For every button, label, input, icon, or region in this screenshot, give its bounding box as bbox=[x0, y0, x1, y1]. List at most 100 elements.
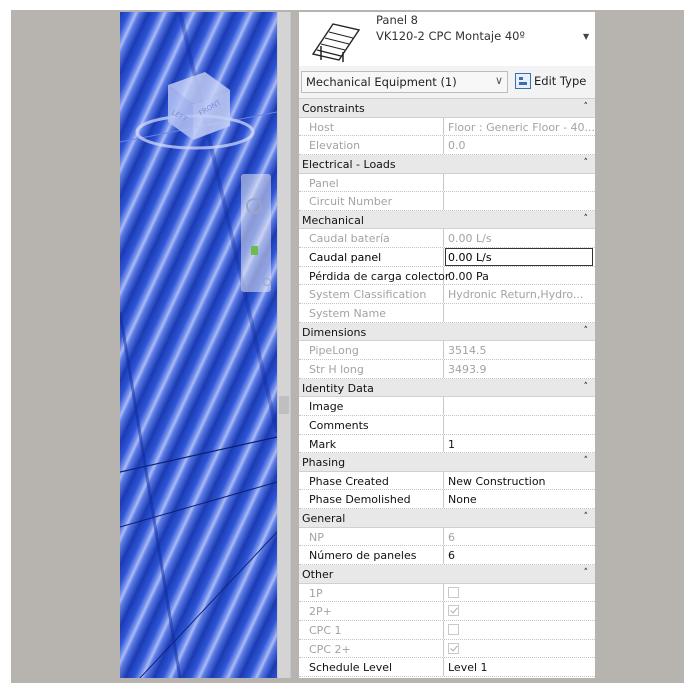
property-value-cell[interactable] bbox=[445, 397, 595, 415]
property-value-cell[interactable] bbox=[445, 621, 595, 639]
property-value-cell[interactable]: Level 1 bbox=[445, 658, 595, 676]
property-row[interactable]: Caudal batería 0.00 L/s bbox=[299, 229, 595, 249]
property-name: System Name bbox=[309, 307, 386, 321]
section-header-mechanical[interactable]: Mechanical ˄ bbox=[299, 210, 595, 230]
property-row[interactable]: System Classification Hydronic Return,Hyd… bbox=[299, 285, 595, 305]
zoom-icon[interactable] bbox=[263, 278, 271, 286]
property-value-cell[interactable]: Floor : Generic Floor - 40... bbox=[445, 118, 595, 136]
property-row[interactable]: Circuit Number bbox=[299, 192, 595, 211]
checkbox-unchecked[interactable] bbox=[448, 623, 459, 635]
property-value-cell[interactable]: 3514.5 bbox=[445, 341, 595, 359]
section-header-constraints[interactable]: Constraints ˄ bbox=[299, 99, 595, 118]
section-header-identity-data[interactable]: Identity Data ˄ bbox=[299, 378, 595, 398]
property-name-cell: CPC 2+ bbox=[299, 639, 444, 658]
property-row[interactable]: CPC 2+ bbox=[299, 639, 595, 659]
section-header-phasing[interactable]: Phasing ˄ bbox=[299, 453, 595, 472]
property-row[interactable]: Mark 1 bbox=[299, 434, 595, 454]
property-row[interactable]: Caudal panel 0.00 L/s bbox=[299, 248, 595, 267]
collapse-chevron-icon[interactable]: ˄ bbox=[584, 512, 589, 522]
property-row[interactable]: Phase Created New Construction bbox=[299, 471, 595, 491]
property-row[interactable]: Pérdida de carga colector 0.00 Pa bbox=[299, 266, 595, 286]
property-row[interactable]: Comments bbox=[299, 415, 595, 435]
properties-palette: Panel 8 VK120-2 CPC Montaje 40º ▼ Mechan… bbox=[299, 12, 595, 678]
property-name: Host bbox=[309, 120, 335, 134]
steering-wheel-icon[interactable] bbox=[246, 198, 262, 214]
property-value-cell[interactable]: 6 bbox=[445, 546, 595, 564]
close-navbar-icon[interactable]: × bbox=[263, 177, 269, 184]
category-filter-dropdown[interactable]: Mechanical Equipment (1) ∨ bbox=[301, 71, 508, 93]
property-value-cell[interactable]: 0.00 L/s bbox=[445, 248, 593, 266]
navigation-bar[interactable] bbox=[241, 174, 271, 292]
edit-type-label: Edit Type bbox=[534, 74, 587, 88]
property-row[interactable]: NP 6 bbox=[299, 527, 595, 547]
property-row[interactable]: PipeLong 3514.5 bbox=[299, 341, 595, 360]
splitter-strip[interactable] bbox=[277, 12, 291, 678]
property-name: Schedule Level bbox=[309, 661, 393, 675]
property-name: Caudal panel bbox=[309, 251, 382, 265]
collapse-chevron-icon[interactable]: ˄ bbox=[584, 214, 589, 224]
triangle-down-icon[interactable]: ▼ bbox=[583, 32, 589, 41]
property-value-cell[interactable] bbox=[445, 416, 595, 434]
property-row[interactable]: Phase Demolished None bbox=[299, 490, 595, 510]
property-name: Panel bbox=[309, 176, 339, 190]
property-row[interactable]: 2P+ bbox=[299, 602, 595, 621]
property-value-cell[interactable]: New Construction bbox=[445, 472, 595, 490]
property-value: None bbox=[448, 493, 477, 507]
checkbox-checked[interactable] bbox=[448, 605, 459, 617]
property-name-cell: Schedule Level bbox=[299, 658, 444, 676]
property-value-cell[interactable] bbox=[445, 174, 595, 192]
property-name: Phase Created bbox=[309, 474, 389, 488]
property-row[interactable]: Schedule Level Level 1 bbox=[299, 658, 595, 677]
property-row[interactable]: Elevation 0.0 bbox=[299, 136, 595, 155]
collapse-chevron-icon[interactable]: ˄ bbox=[584, 456, 589, 466]
checkbox-unchecked[interactable] bbox=[448, 586, 459, 598]
property-value-cell[interactable]: Hydronic Return,Hydro... bbox=[445, 285, 595, 303]
properties-grid: Constraints ˄ Host Floor : Generic Floor - … bbox=[299, 99, 595, 677]
property-value-cell[interactable] bbox=[445, 602, 595, 620]
property-name: Str H long bbox=[309, 362, 364, 376]
collapse-chevron-icon[interactable]: ˄ bbox=[584, 326, 589, 336]
type-selector[interactable]: Panel 8 VK120-2 CPC Montaje 40º ▼ bbox=[299, 12, 595, 67]
property-value-cell[interactable] bbox=[445, 584, 595, 602]
property-value-cell[interactable]: 0.0 bbox=[445, 136, 595, 154]
property-row[interactable]: Número de paneles 6 bbox=[299, 546, 595, 566]
property-row[interactable]: System Name bbox=[299, 304, 595, 323]
property-row[interactable]: Panel bbox=[299, 173, 595, 193]
chevron-down-icon[interactable]: ∨ bbox=[495, 74, 503, 87]
property-value-cell[interactable]: 6 bbox=[445, 528, 595, 546]
property-value-cell[interactable]: None bbox=[445, 490, 595, 508]
property-name-cell: Elevation bbox=[299, 136, 444, 154]
property-row[interactable]: Str H long 3493.9 bbox=[299, 359, 595, 379]
section-header-general[interactable]: General ˄ bbox=[299, 509, 595, 528]
property-value-cell[interactable] bbox=[445, 640, 595, 658]
collapse-chevron-icon[interactable]: ˄ bbox=[584, 158, 589, 168]
property-name: CPC 2+ bbox=[309, 642, 351, 656]
collapse-chevron-icon[interactable]: ˄ bbox=[584, 568, 589, 578]
property-value-cell[interactable]: 3493.9 bbox=[445, 360, 595, 378]
property-row[interactable]: CPC 1 bbox=[299, 620, 595, 640]
property-row[interactable]: Image bbox=[299, 397, 595, 416]
section-header-other[interactable]: Other ˄ bbox=[299, 565, 595, 584]
property-value-cell[interactable] bbox=[445, 192, 595, 210]
3d-viewport[interactable]: LEFT FRONT × bbox=[120, 12, 277, 678]
collapse-chevron-icon[interactable]: ˄ bbox=[584, 382, 589, 392]
property-value-cell[interactable]: 0.00 L/s bbox=[445, 229, 595, 247]
section-header-dimensions[interactable]: Dimensions ˄ bbox=[299, 322, 595, 342]
edit-type-button[interactable]: Edit Type bbox=[512, 71, 594, 91]
property-value-cell[interactable] bbox=[445, 304, 595, 322]
collapse-chevron-icon[interactable]: ˄ bbox=[584, 102, 589, 112]
section-header-electrical-loads[interactable]: Electrical - Loads ˄ bbox=[299, 154, 595, 174]
checkbox-checked[interactable] bbox=[448, 642, 459, 654]
splitter-grip[interactable] bbox=[279, 396, 289, 414]
property-value-cell[interactable]: 1 bbox=[445, 435, 595, 453]
property-name: Phase Demolished bbox=[309, 493, 411, 507]
property-row[interactable]: 1P bbox=[299, 583, 595, 603]
property-value: 6 bbox=[448, 549, 455, 563]
property-name: Pérdida de carga colector bbox=[309, 269, 450, 283]
property-value: 0.00 L/s bbox=[448, 232, 492, 246]
pan-icon[interactable] bbox=[251, 246, 258, 255]
property-row[interactable]: Host Floor : Generic Floor - 40... bbox=[299, 117, 595, 137]
property-name-cell: Caudal batería bbox=[299, 229, 444, 248]
section-title: Other bbox=[302, 568, 334, 582]
property-value-cell[interactable]: 0.00 Pa bbox=[445, 267, 595, 285]
